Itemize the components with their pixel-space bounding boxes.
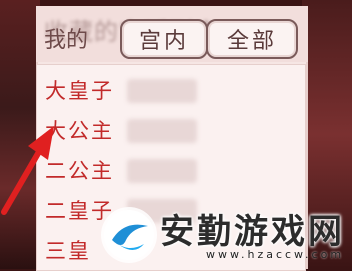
watermark-logo-icon [104,210,154,260]
watermark-text: 安勤游戏网 [160,212,345,252]
list-item[interactable]: 三皇 [45,235,91,265]
list-item-label: 二公主 [45,159,114,183]
header-title: 我的 [44,28,89,53]
background-left [0,0,40,269]
list-item[interactable]: 大公主 [45,115,114,145]
blurred-value [127,79,197,103]
list-item-label: 三皇 [45,239,91,263]
watermark: 安勤游戏网 www.hzaccw.com [94,204,344,266]
watermark-url: www.hzaccw.com [206,248,345,261]
list-item[interactable]: 大皇子 [45,75,114,105]
blurred-value [127,119,197,143]
list-item[interactable]: 二公主 [45,155,114,185]
blurred-value [127,159,197,183]
panel-header: 收藏的宫廷列表 我的 宫内 全部 [36,6,308,62]
list-item-label: 大公主 [45,119,114,143]
list-item-label: 大皇子 [45,79,114,103]
tab-palace[interactable]: 宫内 [120,19,208,59]
tab-all[interactable]: 全部 [206,19,298,59]
